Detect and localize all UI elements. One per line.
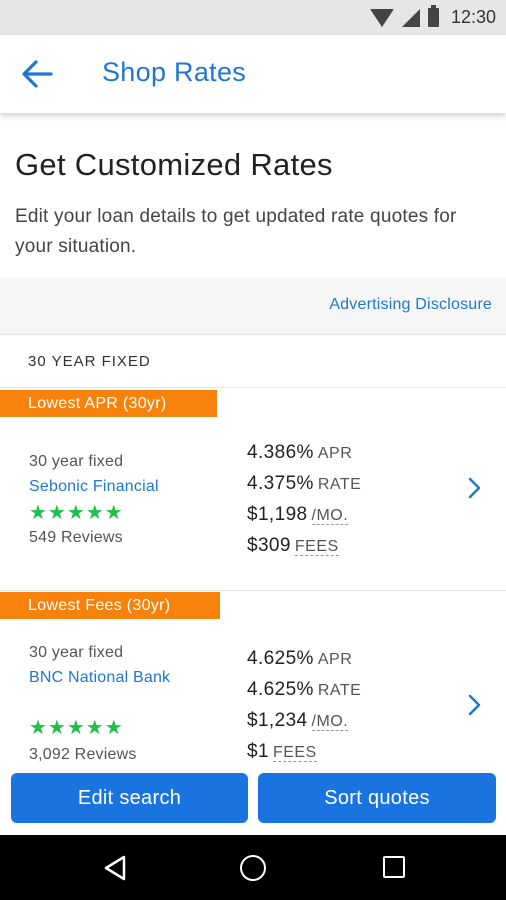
- divider: [0, 590, 506, 591]
- nav-recents-icon[interactable]: [383, 856, 405, 878]
- rate-row: 4.375% RATE: [247, 473, 361, 495]
- app-bar: Shop Rates: [0, 35, 506, 113]
- disclosure-bar: Advertising Disclosure: [0, 278, 506, 335]
- section-heading: Get Customized Rates: [15, 147, 333, 182]
- quote-term: 30 year fixed: [29, 453, 124, 470]
- rating-stars: ★★★★★: [29, 717, 124, 739]
- quote-card[interactable]: Lowest APR (30yr) 30 year fixed Sebonic …: [0, 390, 506, 592]
- fees-row: $1 FEES: [247, 741, 317, 763]
- divider: [0, 387, 506, 388]
- status-icons: 12:30: [369, 0, 496, 35]
- monthly-label[interactable]: /MO.: [311, 507, 349, 525]
- loan-type-label: 30 YEAR FIXED: [28, 353, 151, 370]
- edit-search-button[interactable]: Edit search: [11, 773, 248, 823]
- fees-value: $309: [247, 535, 291, 556]
- monthly-value: $1,198: [247, 504, 308, 525]
- fees-label[interactable]: FEES: [272, 744, 317, 762]
- monthly-label[interactable]: /MO.: [311, 713, 349, 731]
- status-bar: 12:30: [0, 0, 506, 35]
- advertising-disclosure-link[interactable]: Advertising Disclosure: [329, 296, 492, 314]
- quote-badge: Lowest APR (30yr): [0, 390, 217, 417]
- fees-label[interactable]: FEES: [294, 538, 339, 556]
- section-description: Edit your loan details to get updated ra…: [15, 206, 457, 257]
- fees-value: $1: [247, 741, 269, 762]
- monthly-row: $1,234/MO.: [247, 710, 349, 732]
- apr-row: 4.386% APR: [247, 442, 352, 464]
- fees-row: $309 FEES: [247, 535, 339, 557]
- signal-icon: [401, 8, 420, 27]
- quote-card[interactable]: Lowest Fees (30yr) 30 year fixed BNC Nat…: [0, 592, 506, 775]
- chevron-right-icon[interactable]: [465, 693, 483, 717]
- action-bar: Edit search Sort quotes: [0, 765, 506, 835]
- reviews-count: 549 Reviews: [29, 529, 123, 546]
- back-arrow-icon: [22, 60, 53, 88]
- rate-label: RATE: [317, 476, 362, 493]
- page-title: Shop Rates: [102, 57, 247, 87]
- chevron-right-icon[interactable]: [465, 476, 483, 500]
- content: Get Customized Rates Edit your loan deta…: [0, 113, 506, 775]
- apr-label: APR: [317, 651, 353, 668]
- sort-quotes-button[interactable]: Sort quotes: [258, 773, 496, 823]
- status-time: 12:30: [450, 7, 496, 27]
- rate-row: 4.625% RATE: [247, 679, 361, 701]
- apr-row: 4.625% APR: [247, 648, 352, 670]
- quote-badge: Lowest Fees (30yr): [0, 592, 220, 619]
- navigation-bar: [0, 835, 506, 900]
- wifi-icon: [369, 8, 394, 27]
- monthly-row: $1,198/MO.: [247, 504, 349, 526]
- rate-value: 4.625%: [247, 679, 314, 700]
- rate-value: 4.375%: [247, 473, 314, 494]
- apr-label: APR: [317, 445, 353, 462]
- rate-label: RATE: [317, 682, 362, 699]
- battery-icon: [427, 5, 439, 27]
- apr-value: 4.386%: [247, 442, 314, 463]
- back-button[interactable]: [20, 57, 60, 91]
- monthly-value: $1,234: [247, 710, 308, 731]
- nav-home-icon[interactable]: [240, 855, 266, 881]
- nav-back-icon[interactable]: [102, 854, 128, 882]
- reviews-count: 3,092 Reviews: [29, 746, 137, 763]
- rating-stars: ★★★★★: [29, 502, 124, 524]
- lender-name-link[interactable]: Sebonic Financial: [29, 476, 159, 498]
- quote-term: 30 year fixed: [29, 644, 124, 661]
- apr-value: 4.625%: [247, 648, 314, 669]
- lender-name-link[interactable]: BNC National Bank: [29, 667, 179, 689]
